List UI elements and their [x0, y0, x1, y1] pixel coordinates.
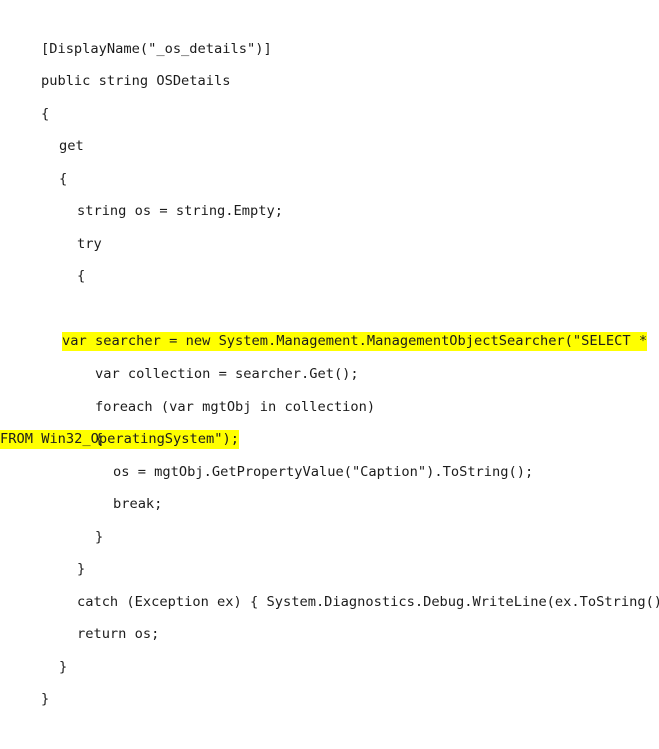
code-line[interactable]: public string OSDetails	[0, 33, 659, 89]
code-line[interactable]: }	[0, 618, 659, 675]
code-line[interactable]: {	[0, 130, 659, 187]
code-line[interactable]: string os = string.Empty;	[0, 163, 659, 219]
code-line[interactable]: }	[0, 521, 659, 577]
code-snippet-block[interactable]: [DisplayName("_os_details")] public stri…	[0, 0, 659, 707]
code-line[interactable]: {	[0, 228, 659, 284]
code-line[interactable]: try	[0, 195, 659, 252]
code-line[interactable]: get	[0, 98, 659, 154]
code-line[interactable]: }	[0, 651, 659, 707]
code-line[interactable]: {	[0, 391, 659, 447]
code-line-highlighted[interactable]: var searcher = new System.Management.Man…	[0, 260, 659, 450]
code-line[interactable]: var collection = searcher.Get();	[0, 325, 659, 382]
code-line[interactable]: catch (Exception ex) { System.Diagnostic…	[0, 553, 659, 610]
code-line[interactable]: }	[0, 488, 659, 545]
code-line[interactable]: break;	[0, 456, 659, 512]
code-line[interactable]: foreach (var mgtObj in collection)	[0, 358, 659, 415]
code-line[interactable]: os = mgtObj.GetPropertyValue("Caption").…	[0, 423, 659, 480]
code-line-text: }	[40, 691, 50, 708]
code-line[interactable]: {	[0, 65, 659, 122]
code-line[interactable]: [DisplayName("_os_details")]	[0, 0, 659, 57]
code-line[interactable]: return os;	[0, 586, 659, 642]
